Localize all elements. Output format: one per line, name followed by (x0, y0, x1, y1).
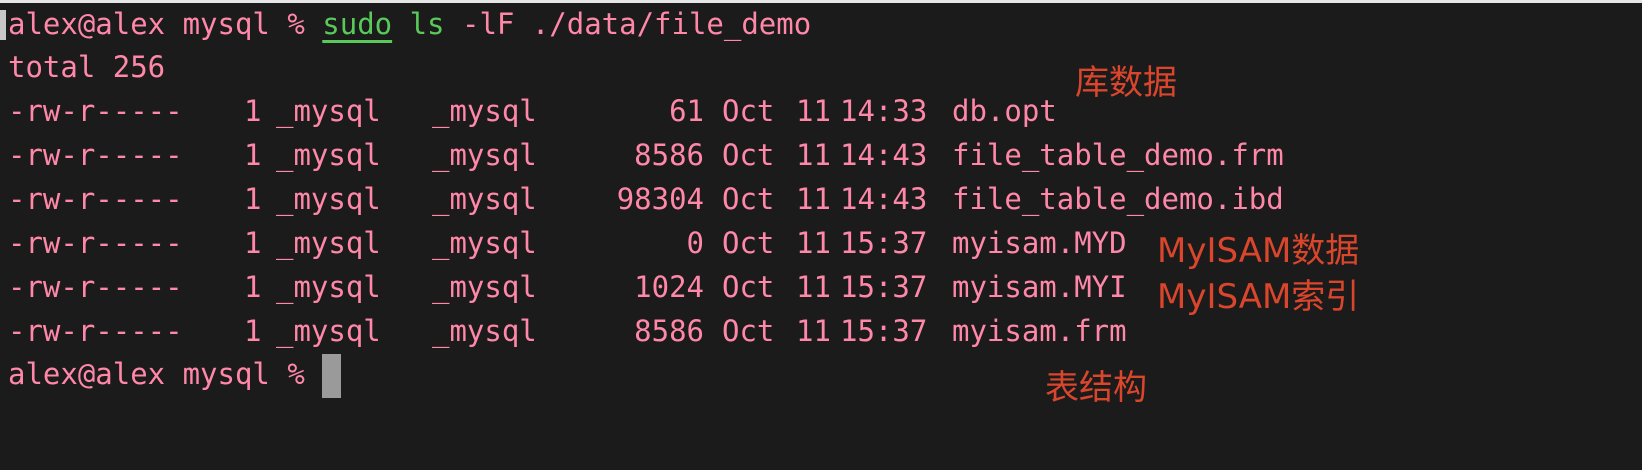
file-time: 15:37 (840, 270, 928, 304)
file-day: 11 (796, 182, 831, 216)
file-links: 1 (244, 182, 262, 216)
file-day: 11 (796, 270, 831, 304)
file-owner: _mysql (276, 226, 381, 260)
file-size: 61 (669, 94, 704, 128)
file-month: Oct (722, 94, 775, 128)
file-row: -rw-r----- 1 _mysql _mysql 98304 Oct 11 14:43 fi… (8, 178, 1284, 220)
cursor[interactable] (322, 354, 342, 398)
file-owner: _mysql (276, 94, 381, 128)
command-args: -lF ./data/file_demo (461, 7, 812, 41)
file-permissions: -rw-r----- (8, 270, 183, 304)
file-links: 1 (244, 270, 262, 304)
file-size: 8586 (634, 314, 704, 348)
file-permissions: -rw-r----- (8, 138, 183, 172)
file-time: 14:43 (840, 182, 928, 216)
total-line: total 256 (8, 50, 166, 84)
file-month: Oct (722, 226, 775, 260)
file-row: -rw-r----- 1 _mysql _mysql 0 Oct 11 15:37 myisam… (8, 222, 1127, 264)
file-row: -rw-r----- 1 _mysql _mysql 1024 Oct 11 15:37 myi… (8, 266, 1127, 308)
command-line: alex@alex mysql % sudo ls -lF ./data/fil… (8, 3, 811, 45)
file-name: db.opt (952, 94, 1057, 128)
file-name: file_table_demo.ibd (952, 182, 1284, 216)
file-name: myisam.MYI (952, 270, 1127, 304)
file-links: 1 (244, 94, 262, 128)
file-owner: _mysql (276, 314, 381, 348)
terminal-window[interactable]: alex@alex mysql % sudo ls -lF ./data/fil… (0, 0, 1642, 470)
file-name: file_table_demo.frm (952, 138, 1284, 172)
file-owner: _mysql (276, 182, 381, 216)
file-name: myisam.frm (952, 314, 1127, 348)
file-row: -rw-r----- 1 _mysql _mysql 8586 Oct 11 14:43 fil… (8, 134, 1284, 176)
file-time: 15:37 (840, 226, 928, 260)
file-permissions: -rw-r----- (8, 182, 183, 216)
final-prompt: alex@alex mysql % (8, 357, 305, 391)
file-row: -rw-r----- 1 _mysql _mysql 8586 Oct 11 15:37 myi… (8, 310, 1127, 352)
file-month: Oct (722, 182, 775, 216)
file-name: myisam.MYD (952, 226, 1127, 260)
file-day: 11 (796, 226, 831, 260)
file-group: _mysql (432, 270, 537, 304)
file-time: 14:43 (840, 138, 928, 172)
file-links: 1 (244, 226, 262, 260)
file-size: 0 (686, 226, 704, 260)
file-size: 1024 (634, 270, 704, 304)
file-links: 1 (244, 138, 262, 172)
file-group: _mysql (432, 138, 537, 172)
file-month: Oct (722, 270, 775, 304)
file-group: _mysql (432, 314, 537, 348)
annotation-myisam-index: MyISAM索引 (1157, 277, 1360, 317)
file-row: -rw-r----- 1 _mysql _mysql 61 Oct 11 14:33 db.op… (8, 90, 1057, 132)
file-permissions: -rw-r----- (8, 314, 183, 348)
file-day: 11 (796, 94, 831, 128)
command-ls: ls (409, 7, 445, 41)
file-permissions: -rw-r----- (8, 94, 183, 128)
prompt-line[interactable]: alex@alex mysql % (8, 353, 342, 398)
file-month: Oct (722, 138, 775, 172)
file-day: 11 (796, 138, 831, 172)
prompt: alex@alex mysql % (8, 7, 305, 41)
file-owner: _mysql (276, 270, 381, 304)
file-permissions: -rw-r----- (8, 226, 183, 260)
file-group: _mysql (432, 182, 537, 216)
file-time: 14:33 (840, 94, 928, 128)
file-group: _mysql (432, 94, 537, 128)
line-marker (0, 10, 6, 40)
file-owner: _mysql (276, 138, 381, 172)
file-month: Oct (722, 314, 775, 348)
file-time: 15:37 (840, 314, 928, 348)
annotation-table-structure: 表结构 (1045, 368, 1147, 408)
annotation-db-data: 库数据 (1075, 63, 1177, 103)
command-sudo: sudo (322, 7, 393, 41)
annotation-myisam-data: MyISAM数据 (1157, 231, 1360, 271)
file-size: 8586 (634, 138, 704, 172)
file-day: 11 (796, 314, 831, 348)
file-group: _mysql (432, 226, 537, 260)
file-links: 1 (244, 314, 262, 348)
file-size: 98304 (616, 182, 704, 216)
